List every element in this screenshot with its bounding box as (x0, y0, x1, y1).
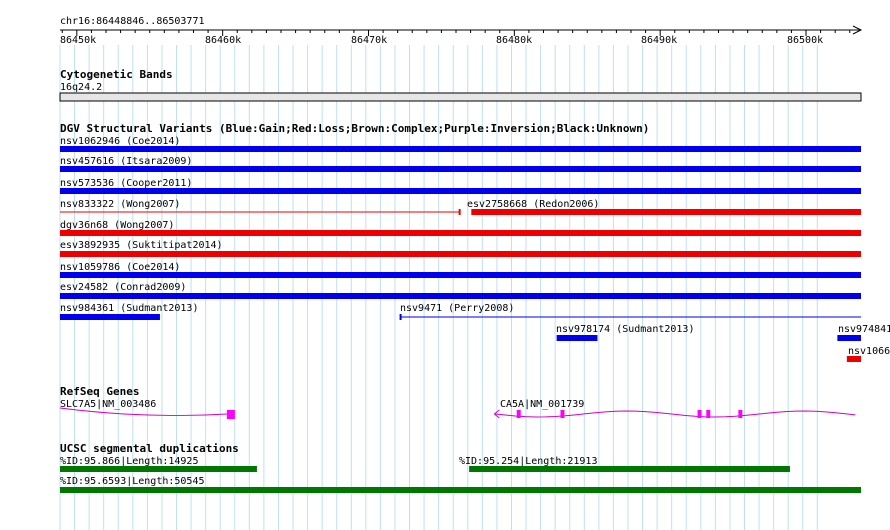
gene-label: SLC7A5|NM_003486 (60, 399, 156, 410)
gene-exon[interactable] (706, 410, 711, 418)
dgv-feature-label: esv2758668 (Redon2006) (467, 199, 599, 210)
gene-exon[interactable] (226, 410, 235, 419)
refseq-track[interactable]: RefSeq Genes SLC7A5|NM_003486 CA5A|NM_00… (59, 385, 856, 419)
ruler-tick-label: 86490k (641, 35, 677, 46)
dgv-feature-label: nsv1059786 (Coe2014) (60, 262, 180, 273)
dgv-feature-bar[interactable] (60, 293, 861, 299)
refseq-track-title: RefSeq Genes (60, 385, 139, 398)
segdup-track-title: UCSC segmental duplications (60, 442, 239, 455)
gene-exon[interactable] (738, 410, 743, 418)
dgv-feature-bar[interactable] (60, 146, 861, 152)
gene-exon[interactable] (560, 410, 565, 418)
dgv-feature-bar[interactable] (471, 209, 861, 215)
gene-exon[interactable] (697, 410, 702, 418)
segdup-bar[interactable] (469, 466, 790, 472)
dgv-feature-label: nsv573536 (Cooper2011) (60, 178, 192, 189)
ruler-tick-label: 86470k (351, 35, 387, 46)
dgv-feature-label: nsv457616 (Itsara2009) (60, 156, 192, 167)
ruler: chr16:86448846..86503771 86450k 86460k 8… (60, 16, 863, 46)
gene-models[interactable] (59, 407, 856, 419)
dgv-track-title: DGV Structural Variants (Blue:Gain;Red:L… (60, 122, 649, 135)
dgv-feature-bar[interactable] (60, 251, 861, 257)
dgv-feature-label: nsv1062946 (Coe2014) (60, 136, 180, 147)
dgv-feature-bar[interactable] (846, 356, 861, 362)
gene-exon[interactable] (516, 410, 521, 418)
dgv-feature-label: nsv974841 (838, 324, 890, 335)
dgv-feature-label: nsv978174 (Sudmant2013) (556, 324, 694, 335)
dgv-feature-label: esv24582 (Conrad2009) (60, 282, 186, 293)
dgv-track[interactable]: DGV Structural Variants (Blue:Gain;Red:L… (60, 122, 890, 362)
cytoband-track[interactable]: Cytogenetic Bands 16q24.2 (59, 68, 862, 102)
dgv-feature-label: dgv36n68 (Wong2007) (60, 220, 174, 231)
gene-intron-line[interactable] (495, 410, 856, 418)
cytoband-label: 16q24.2 (60, 82, 102, 93)
dgv-feature-bar[interactable] (837, 335, 861, 341)
dgv-feature-bar[interactable] (60, 230, 861, 236)
segdup-bar[interactable] (60, 466, 257, 472)
dgv-feature-bar[interactable] (60, 272, 861, 278)
ruler-tick-label: 86480k (496, 35, 532, 46)
cytoband-bar[interactable] (59, 92, 862, 102)
segdup-label: %ID:95.866|Length:14925 (60, 456, 198, 467)
gene-label: CA5A|NM_001739 (500, 399, 584, 410)
dgv-feature-label: nsv1066 (848, 346, 890, 357)
ruler-tick-label: 86450k (60, 35, 96, 46)
ruler-tick-label: 86460k (205, 35, 241, 46)
segdup-label: %ID:95.6593|Length:50545 (60, 476, 205, 487)
dgv-feature-label: nsv9471 (Perry2008) (400, 303, 514, 314)
cytoband-track-title: Cytogenetic Bands (60, 68, 173, 81)
genome-browser-canvas: chr16:86448846..86503771 86450k 86460k 8… (59, 16, 890, 530)
dgv-feature-label: esv3892935 (Suktitipat2014) (60, 240, 223, 251)
dgv-feature-label: nsv984361 (Sudmant2013) (60, 303, 198, 314)
segdup-label: %ID:95.254|Length:21913 (459, 456, 597, 467)
dgv-feature-bar[interactable] (60, 188, 861, 194)
ruler-position: chr16:86448846..86503771 (60, 16, 205, 27)
segdup-bar[interactable] (60, 487, 861, 493)
dgv-feature-bar[interactable] (556, 335, 598, 341)
ruler-tick-label: 86500k (787, 35, 823, 46)
dgv-feature-bar[interactable] (60, 314, 160, 320)
dgv-feature-bar[interactable] (60, 166, 861, 172)
segdup-track[interactable]: UCSC segmental duplications %ID:95.866|L… (60, 442, 861, 493)
ruler-ticks (61, 30, 851, 36)
dgv-feature-label: nsv833322 (Wong2007) (60, 199, 180, 210)
